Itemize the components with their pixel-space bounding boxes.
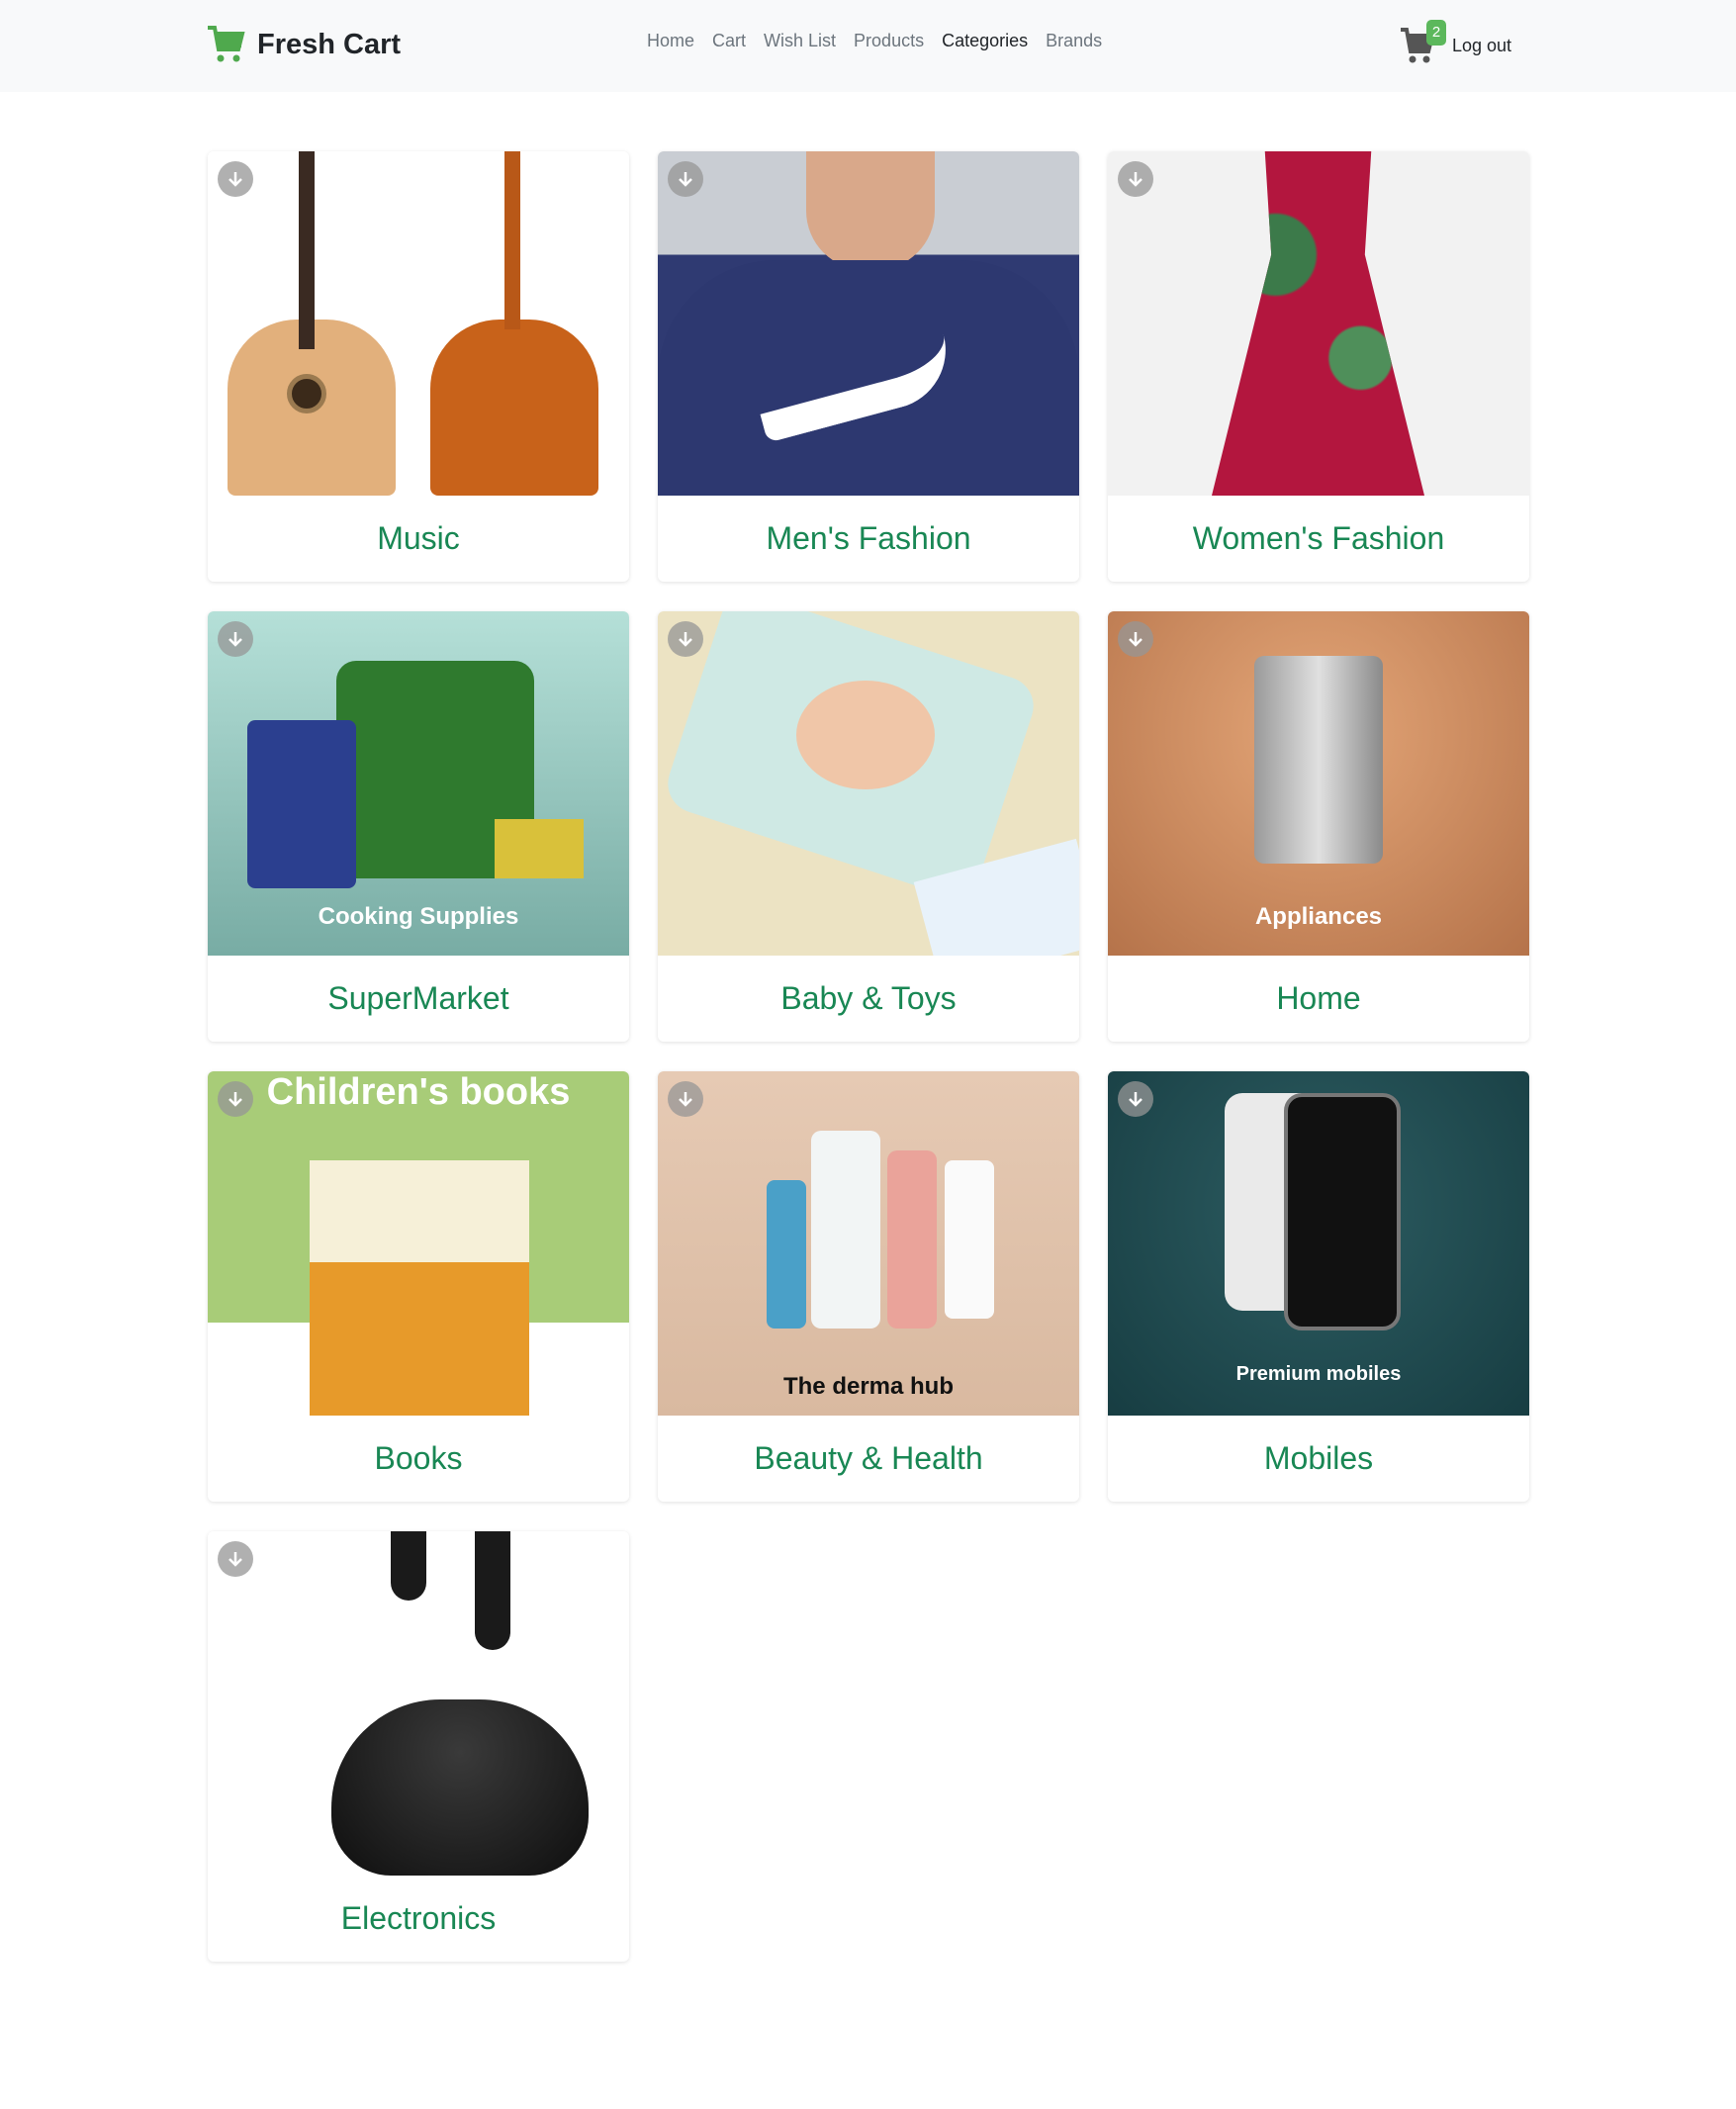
category-card-mens-fashion[interactable]: Men's Fashion (658, 151, 1079, 582)
download-icon[interactable] (218, 1541, 253, 1577)
download-icon[interactable] (668, 621, 703, 657)
category-card-books[interactable]: Children's books Books (208, 1071, 629, 1502)
cart-button[interactable]: 2 (1399, 20, 1446, 63)
image-caption: Premium mobiles (1235, 1363, 1402, 1385)
category-title: Beauty & Health (754, 1440, 983, 1476)
brand-name: Fresh Cart (257, 28, 402, 60)
category-image: Premium mobiles (1108, 1071, 1529, 1416)
brand-logo[interactable]: Fresh Cart (206, 26, 401, 63)
category-card-supermarket[interactable]: Cooking Supplies SuperMarket (208, 611, 629, 1042)
category-title: Music (377, 520, 460, 556)
category-title: Men's Fashion (766, 520, 971, 556)
category-image (658, 151, 1079, 496)
category-card-mobiles[interactable]: Premium mobiles Mobiles (1108, 1071, 1529, 1502)
category-image: Children's books (208, 1071, 629, 1416)
cart-count-badge: 2 (1426, 20, 1446, 46)
category-title: Electronics (340, 1900, 497, 1936)
download-icon[interactable] (1118, 1081, 1153, 1117)
category-title: SuperMarket (327, 980, 509, 1016)
download-icon[interactable] (218, 161, 253, 197)
image-caption: Cooking Supplies (318, 903, 519, 930)
category-title: Books (374, 1440, 463, 1476)
nav-links: Home Cart Wish List Products Categories … (647, 31, 1102, 51)
category-image: The derma hub (658, 1071, 1079, 1416)
category-image (208, 151, 629, 496)
nav-home[interactable]: Home (647, 31, 694, 51)
navbar: Fresh Cart Home Cart Wish List Products … (0, 0, 1736, 92)
download-icon[interactable] (218, 621, 253, 657)
download-icon[interactable] (1118, 621, 1153, 657)
download-icon[interactable] (1118, 161, 1153, 197)
nav-brands[interactable]: Brands (1046, 31, 1102, 51)
image-caption: Children's books (266, 1071, 571, 1113)
nav-cart[interactable]: Cart (712, 31, 746, 51)
logout-link[interactable]: Log out (1452, 36, 1511, 56)
category-card-beauty-health[interactable]: The derma hub Beauty & Health (658, 1071, 1079, 1502)
image-caption: Appliances (1254, 903, 1383, 930)
cart-logo-icon (208, 26, 245, 62)
category-image (208, 1531, 629, 1876)
category-title: Home (1276, 980, 1361, 1016)
category-title: Baby & Toys (780, 980, 957, 1016)
category-image: Appliances (1108, 611, 1529, 956)
category-card-home[interactable]: Appliances Home (1108, 611, 1529, 1042)
download-icon[interactable] (218, 1081, 253, 1117)
download-icon[interactable] (668, 1081, 703, 1117)
category-card-baby-toys[interactable]: Baby & Toys (658, 611, 1079, 1042)
category-image (1108, 151, 1529, 496)
download-icon[interactable] (668, 161, 703, 197)
nav-wish-list[interactable]: Wish List (764, 31, 836, 51)
nav-products[interactable]: Products (854, 31, 924, 51)
category-card-music[interactable]: Music (208, 151, 629, 582)
category-title: Mobiles (1263, 1440, 1374, 1476)
category-card-electronics[interactable]: Electronics (208, 1531, 629, 1962)
image-caption: The derma hub (782, 1373, 955, 1400)
categories-grid: Music Men's Fashion Women's Fashion Cook… (208, 151, 1529, 1962)
category-card-womens-fashion[interactable]: Women's Fashion (1108, 151, 1529, 582)
category-image: Cooking Supplies (208, 611, 629, 956)
category-image (658, 611, 1079, 956)
nav-categories[interactable]: Categories (942, 31, 1028, 51)
category-title: Women's Fashion (1192, 520, 1445, 556)
